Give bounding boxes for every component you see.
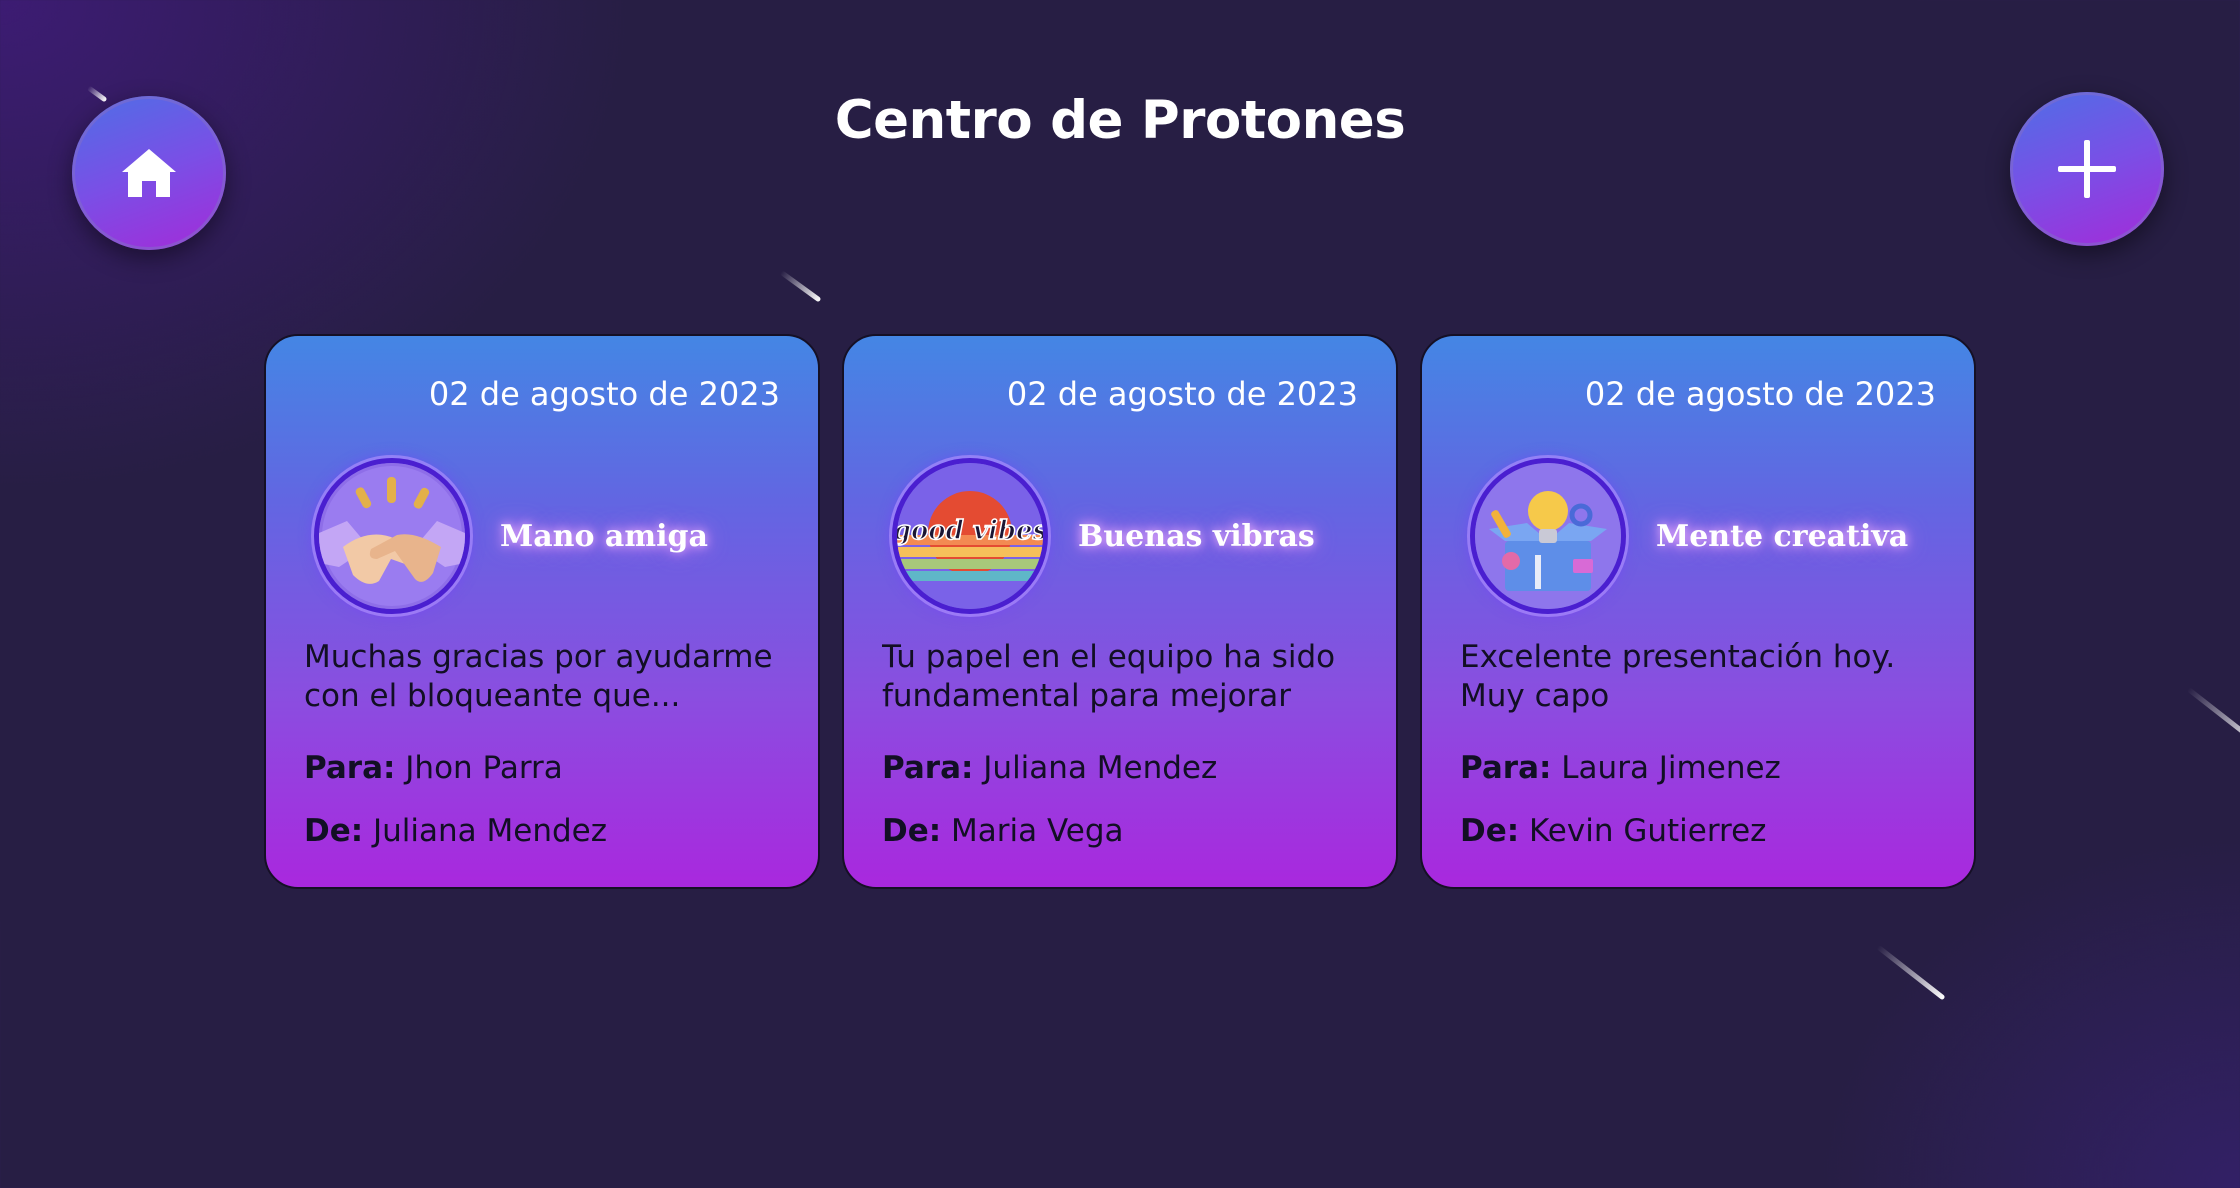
card-sender: De: Maria Vega: [882, 811, 1358, 851]
svg-text:good vibes: good vibes: [897, 516, 1043, 546]
sender-label: De:: [304, 813, 364, 849]
shooting-star: [779, 270, 822, 303]
card-message: Excelente presentación hoy. Muy capo: [1460, 639, 1896, 714]
page-title: Centro de Protones: [834, 90, 1406, 151]
card-date: 02 de agosto de 2023: [1584, 375, 1936, 413]
badge-name: Buenas vibras: [1078, 518, 1315, 554]
recipient-name: Laura Jimenez: [1561, 750, 1781, 786]
good-vibes-icon: good vibes: [892, 458, 1048, 614]
shooting-star: [2186, 687, 2240, 750]
card-message: Muchas gracias por ayudarme con el bloqu…: [304, 639, 773, 714]
home-button[interactable]: [72, 96, 226, 250]
creative-mind-icon: [1470, 458, 1626, 614]
badge-row: Mano amiga: [304, 452, 780, 620]
add-button[interactable]: [2010, 92, 2164, 246]
card-recipient: Para: Juliana Mendez: [882, 748, 1358, 788]
recognition-cards: 02 de agosto de 2023 Mano amiga Muchas g…: [264, 334, 1976, 889]
sender-label: De:: [882, 813, 942, 849]
card-sender: De: Juliana Mendez: [304, 811, 780, 851]
recipient-label: Para:: [304, 750, 396, 786]
sender-name: Maria Vega: [951, 813, 1124, 849]
badge-name: Mente creativa: [1656, 518, 1909, 554]
recipient-name: Juliana Mendez: [983, 750, 1218, 786]
shooting-star: [1876, 944, 1946, 1001]
home-icon: [122, 149, 176, 197]
card-recipient: Para: Laura Jimenez: [1460, 748, 1936, 788]
recipient-name: Jhon Parra: [405, 750, 563, 786]
plus-icon: [2058, 140, 2116, 198]
badge-row: Mente creativa: [1460, 452, 1936, 620]
badge-name: Mano amiga: [500, 518, 708, 554]
recipient-label: Para:: [1460, 750, 1552, 786]
card-recipient: Para: Jhon Parra: [304, 748, 780, 788]
recognition-card[interactable]: 02 de agosto de 2023 good vibes Buenas v…: [842, 334, 1398, 889]
badge-row: good vibes Buenas vibras: [882, 452, 1358, 620]
recipient-label: Para:: [882, 750, 974, 786]
sender-name: Kevin Gutierrez: [1529, 813, 1767, 849]
handshake-icon: [314, 458, 470, 614]
card-message: Tu papel en el equipo ha sido fundamenta…: [882, 639, 1336, 714]
sender-name: Juliana Mendez: [373, 813, 608, 849]
recognition-card[interactable]: 02 de agosto de 2023 Mano amiga Muchas g…: [264, 334, 820, 889]
recognition-card[interactable]: 02 de agosto de 2023 Mente creativa Exce…: [1420, 334, 1976, 889]
card-sender: De: Kevin Gutierrez: [1460, 811, 1936, 851]
sender-label: De:: [1460, 813, 1520, 849]
card-date: 02 de agosto de 2023: [1006, 375, 1358, 413]
card-date: 02 de agosto de 2023: [428, 375, 780, 413]
